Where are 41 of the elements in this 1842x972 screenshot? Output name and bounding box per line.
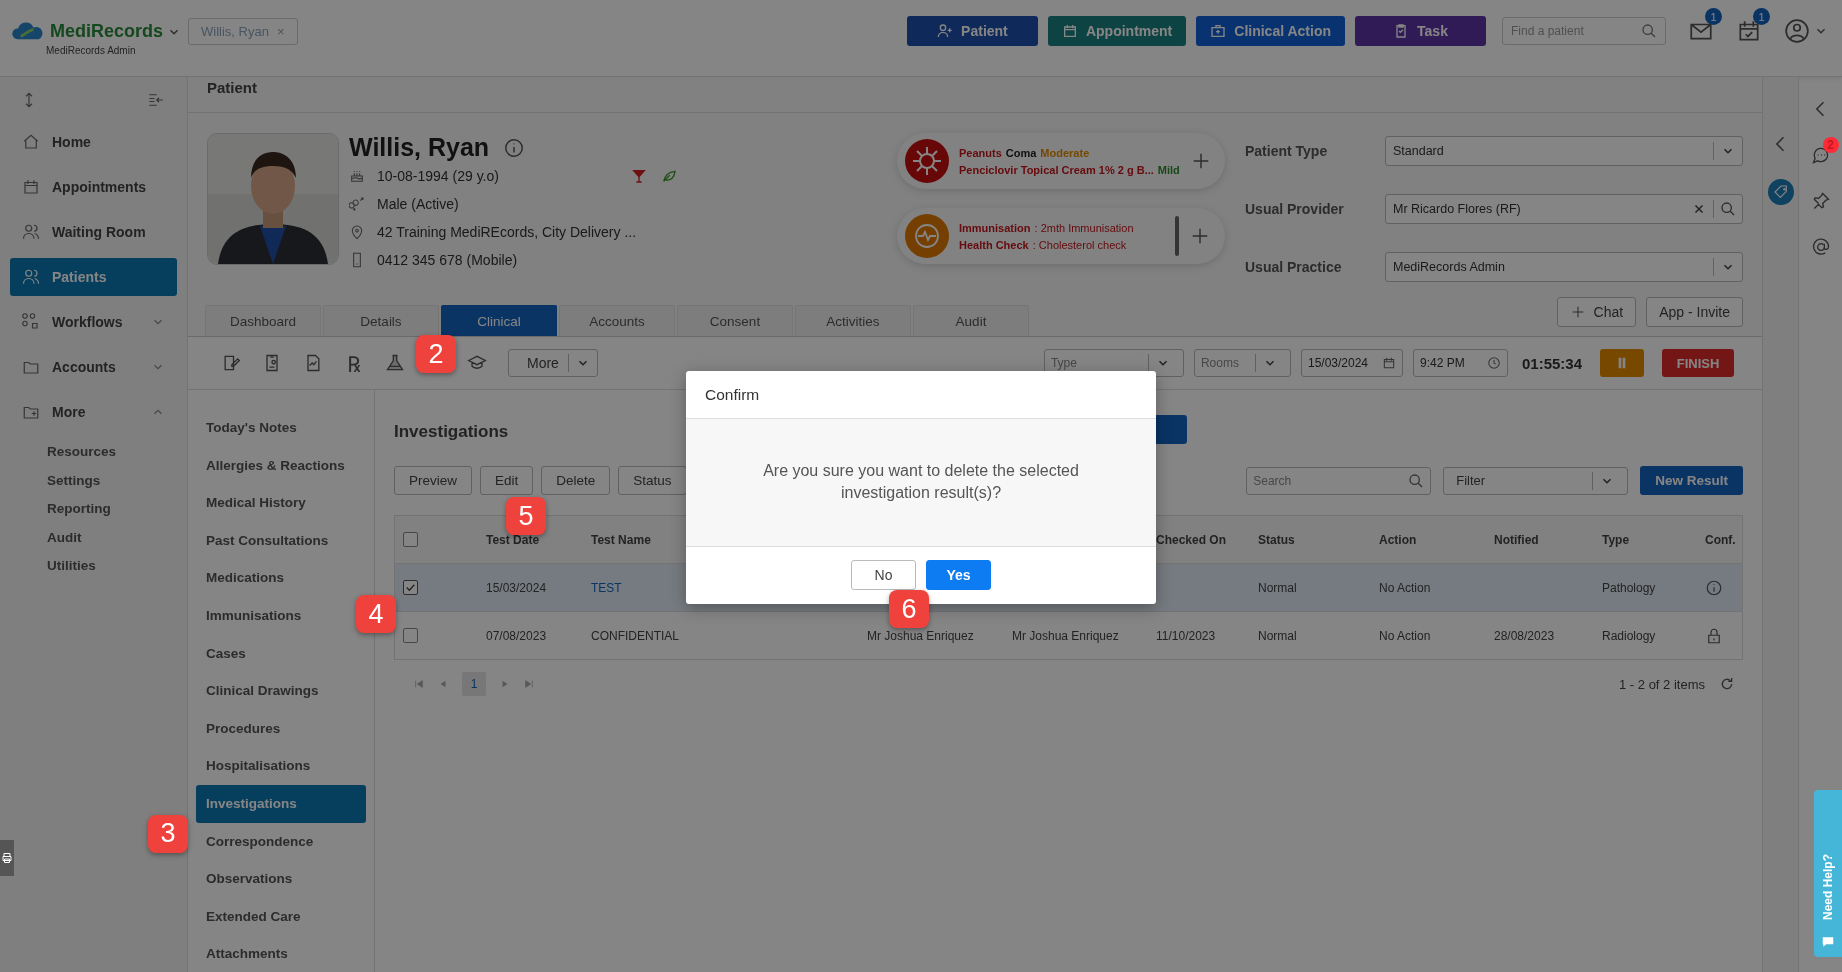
step-number: 5 — [506, 497, 546, 535]
alert-line: Health Check : Cholesterol check — [959, 238, 1128, 251]
table-cell: Normal — [1258, 628, 1297, 643]
table-cell: 07/08/2023 — [486, 628, 547, 643]
step-number: 4 — [356, 595, 396, 633]
table-cell: Pathology — [1602, 580, 1656, 595]
table-cell: No Action — [1379, 628, 1431, 643]
section-title: Investigations — [394, 422, 509, 443]
table-cell: 11/10/2023 — [1156, 628, 1216, 643]
table-cell: 28/08/2023 — [1494, 628, 1555, 643]
table-cell: Mr Joshua Enriquez — [867, 628, 974, 643]
patient-detail: 42 Training MediREcords, City Delivery ... — [377, 224, 637, 240]
table-cell: Radiology — [1602, 628, 1656, 643]
patient-detail: Male (Active) — [377, 196, 459, 212]
dialog-title: Confirm — [686, 370, 1156, 419]
notification-count: 1 — [1705, 8, 1722, 25]
notification-count: 1 — [1753, 8, 1770, 25]
notification-count: 2 — [1822, 137, 1839, 153]
alert-line: Peanuts Coma Moderate — [959, 146, 1091, 159]
step-number: 2 — [416, 335, 456, 373]
organisation-name: MediRecords Admin — [46, 44, 137, 56]
page-title: Patient — [188, 77, 1762, 113]
patient-detail: 10-08-1994 (29 y.o) — [377, 168, 499, 184]
field-label: Usual Practice — [1245, 259, 1343, 275]
brand-name: MediRecords — [50, 21, 164, 42]
field-label: Usual Provider — [1245, 201, 1345, 217]
patient-detail: 0412 345 678 (Mobile) — [377, 252, 518, 268]
table-cell: Normal — [1258, 580, 1297, 595]
field-label: Patient Type — [1245, 143, 1329, 159]
table-cell: No Action — [1379, 580, 1431, 595]
table-cell: CONFIDENTIAL — [591, 628, 679, 643]
step-number: 3 — [148, 814, 188, 853]
dialog-message: Are you sure you want to delete the selected investigation result(s)? — [762, 461, 1080, 503]
step-number: 6 — [889, 590, 929, 628]
table-cell: 15/03/2024 — [486, 580, 547, 595]
table-cell: Mr Joshua Enriquez — [1012, 628, 1119, 643]
alert-line: Immunisation : 2mth Immunisation — [959, 221, 1135, 234]
consultation-timer: 01:55:34 — [1521, 354, 1582, 372]
item-count: 1 - 2 of 2 items — [1619, 676, 1705, 692]
patient-name: Willis, Ryan — [349, 133, 490, 162]
alert-line: Penciclovir Topical Cream 1% 2 g B... Mild — [959, 163, 1180, 176]
